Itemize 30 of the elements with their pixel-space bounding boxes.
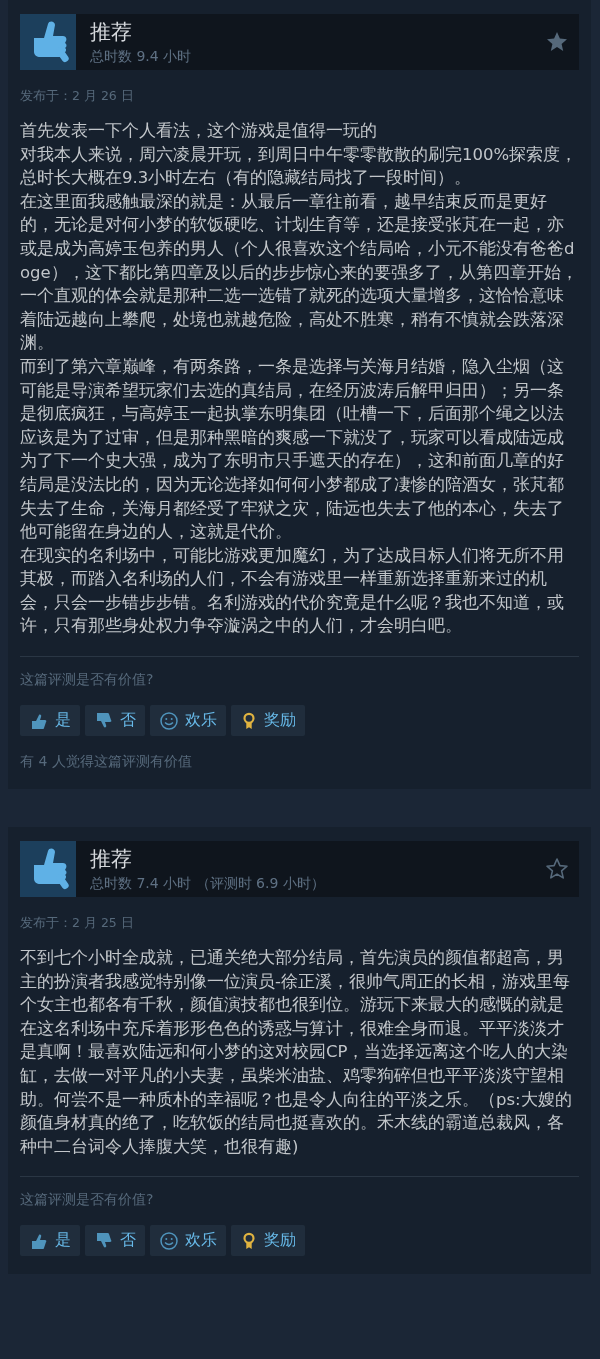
star-outline-icon[interactable] <box>545 857 569 882</box>
helpful-count: 有 4 人觉得这篇评测有价值 <box>20 753 193 772</box>
thumbs-up-icon <box>20 14 76 70</box>
review-paragraph: 不到七个小时全成就，已通关绝大部分结局，首先演员的颜值都超高，男主的扮演者我感觉特别像一位演员-徐正溪，很帅气周正的长相，游戏里每个女主也都各有千秋，颜值演技都也很到位。游玩下来最大的感慨的就是在这名利场中充斥着形形色色的诱惑与算计，很难全身而退。平平淡淡才是真啊！最喜欢陆远和何小梦的这对校园CP，当选择远离这个吃人的大染缸，去做一对平凡的小夫妻，虽柴米油盐、鸡零狗碎但也平平淡淡守望相助。何尝不是一种质朴的幸福呢？也是令人向往的平淡之乐。（ps:大嫂的颜值身材真的绝了，吃软饭的结局也挺喜欢的。禾木线的霸道总裁风，各种中二台词令人捧腹大笑，也很有趣) <box>20 947 573 1158</box>
vote-button[interactable]: 欢乐 <box>150 705 226 737</box>
playtime-text: 总时数 9.4 小时 <box>90 47 193 66</box>
posted-date: 发布于：2 月 26 日 <box>20 88 135 105</box>
verdict-title: 推荐 <box>90 846 133 874</box>
medal-icon <box>240 710 258 731</box>
helpful-prompt: 这篇评测是否有价值? <box>20 671 155 690</box>
helpful-prompt: 这篇评测是否有价值? <box>20 1191 155 1210</box>
medal-icon <box>240 1230 258 1251</box>
vote-button[interactable]: 奖励 <box>231 1225 305 1257</box>
posted-date: 发布于：2 月 25 日 <box>20 915 135 933</box>
smiley-icon <box>159 710 179 731</box>
vote-button[interactable]: 是 <box>20 1225 80 1257</box>
review-paragraph: 首先发表一下个人看法，这个游戏是值得一玩的 <box>20 120 378 142</box>
review-paragraph: 在现实的名利场中，可能比游戏更加魔幻，为了达成目标人们将无所不用其极，而踏入名利场的人们，不会有游戏里一样重新选择重新来过的机会，只会一步错步步错。名利游戏的代价究竟是什么呢？我也不知道，或许，只有那些身处权力争夺漩涡之中的人们，才会明白吧。 <box>20 544 565 638</box>
vote-button[interactable]: 奖励 <box>231 705 305 737</box>
review-paragraph: 在这里面我感触最深的就是：从最后一章往前看，越早结束反而是更好的，无论是对何小梦的软饭硬吃、计划生育等，还是接受张芃在一起，亦或是成为高婷玉包养的男人（个人很喜欢这个结局哈，小元不能没有爸爸doge），这下都比第四章及以后的步步惊心来的要强多了，从第四章开始，一个直观的体会就是那种二选一选错了就死的选项大量增多，这恰恰意味着陆远越向上攀爬，处境也就越危险，高处不胜寒，稍有不慎就会跌落深渊。 <box>20 190 579 355</box>
verdict-title: 推荐 <box>90 19 133 46</box>
thumbs-up-icon <box>20 841 76 898</box>
review-paragraph: 对我本人来说，周六凌晨开玩，到周日中午零零散散的刷完100%探索度，总时长大概在9.3小时左右（有的隐藏结局找了一段时间）。 <box>20 143 579 190</box>
vote-button[interactable]: 欢乐 <box>150 1225 226 1257</box>
vote-button[interactable]: 否 <box>85 1225 145 1257</box>
review-paragraph: 而到了第六章巅峰，有两条路，一条是选择与关海月结婚，隐入尘烟（这可能是导演希望玩家们去选的真结局，在经历波涛后解甲归田）；另一条是彻底疯狂，与高婷玉一起执掌东明集团（吐槽一下，后面那个绳之以法应该是为了过审，但是那种黑暗的爽感一下就没了，玩家可以看成陆远成为了下一个史大强，成为了东明市只手遮天的存在），这和前面几章的好结局是没法比的，因为无论选择如何何小梦都成了凄惨的陪酒女，张芃都失去了生命，关海月都经受了牢狱之灾，陆远也失去了他的本心，失去了他可能留在身边的人，这就是代价。 <box>20 355 565 544</box>
vote-button[interactable]: 否 <box>85 705 145 737</box>
vote-button[interactable]: 是 <box>20 705 80 737</box>
playtime-text: 总时数 7.4 小时 （评测时 6.9 小时） <box>90 874 326 894</box>
smiley-icon <box>159 1230 179 1251</box>
